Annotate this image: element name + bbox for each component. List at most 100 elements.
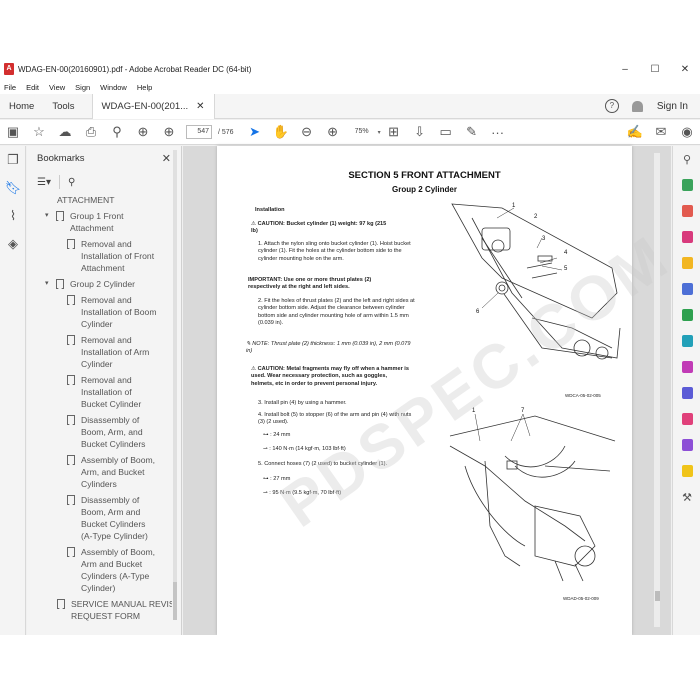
help-icon[interactable]: ? [604,99,619,113]
close-panel-icon[interactable]: ✕ [162,152,171,165]
fill-and-sign-icon[interactable] [673,354,700,380]
menu-sign[interactable]: Sign [75,83,90,92]
callout-1: 1 [512,203,516,209]
bookmark-label: Removal and Installation of Bucket Cylin… [81,375,142,409]
bookmarks-list: ATTACHMENT ▾ Group 1 Front Attachment Remov… [27,194,172,635]
scroll-mode-icon[interactable]: ⇩ [407,121,433,143]
minimize-button[interactable]: – [610,64,640,75]
bookmarks-panel: Bookmarks ✕ ☰▾ ⚲ ATTACHMENT ▾ Group 1 Fron… [27,146,182,635]
bookmark-item[interactable]: ▾ Group 2 Cylinder [45,278,148,290]
select-cursor-icon[interactable]: ➤ [242,121,268,143]
expand-chevron-icon[interactable]: ▾ [45,278,56,290]
bookmark-item[interactable]: Assembly of Boom, Arm, and Bucket Cylind… [67,454,157,490]
bookmark-star-icon[interactable]: ☆ [26,121,52,143]
print-icon[interactable]: ⎙ [78,121,104,143]
export-pdf-icon[interactable] [673,172,700,198]
create-pdf-icon[interactable] [673,198,700,224]
expand-chevron-icon[interactable]: ▾ [45,210,56,234]
tab-tools[interactable]: Tools [43,94,83,119]
zoom-search-icon[interactable]: ⚲ [104,121,130,143]
request-signature-icon[interactable] [673,432,700,458]
bookmarks-scroll-thumb[interactable] [173,582,177,620]
more-tools-icon[interactable]: ··· [485,121,511,143]
comment-icon[interactable]: ▭ [433,121,459,143]
step-2: 2. Fit the holes of thrust plates (2) an… [258,298,415,327]
zoom-in-icon[interactable]: ⊕ [320,121,346,143]
torque-wrench-icon: ⊸ [263,446,268,452]
page-fit-icon[interactable]: ⊞ [381,121,407,143]
bookmark-label: Removal and Installation of Arm Cylinder [81,335,150,369]
fill-sign-icon[interactable]: ✍ [622,121,648,143]
attachments-icon[interactable]: ⌇ [0,202,26,230]
section-title: SECTION 5 FRONT ATTACHMENT [348,170,501,181]
bookmark-item[interactable]: Removal and Installation of Boom Cylinde… [67,294,157,330]
sign-in-link[interactable]: Sign In [657,101,688,112]
bookmark-item[interactable]: Assembly of Boom, Arm and Bucket Cylinde… [67,546,157,594]
page-number-input[interactable]: 547 [186,125,212,139]
menu-edit[interactable]: Edit [26,83,39,92]
bookmark-item[interactable]: Disassembly of Boom, Arm, and Bucket Cyl… [67,414,157,450]
bookmarks-icon[interactable]: 🔖︎ [0,174,26,202]
bookmark-options-icon[interactable]: ☰▾ [37,177,51,188]
caution-2: ⚠ CAUTION: Metal fragments may fly off w… [251,366,409,387]
bookmark-item[interactable]: ▾ Group 1 Front Attachment [45,210,148,234]
notifications-bell-icon[interactable] [631,100,643,112]
menu-view[interactable]: View [49,83,65,92]
protect-icon[interactable] [673,380,700,406]
find-bookmark-icon[interactable]: ⚲ [68,177,75,188]
tab-close-icon[interactable]: ✕ [196,94,204,119]
zoom-level[interactable]: 75% [346,125,378,139]
page-thumbnails-icon[interactable]: ❐ [0,146,26,174]
tab-home[interactable]: Home [0,94,43,119]
edit-pdf-icon[interactable] [673,224,700,250]
bookmarks-scrollbar[interactable] [171,140,178,630]
maximize-button[interactable]: ☐ [640,64,670,75]
document-scrollbar[interactable] [654,145,662,635]
bookmark-label: SERVICE MANUAL REVISION REQUEST FORM [71,599,172,621]
search-tool-icon[interactable]: ⚲ [673,146,700,172]
highlight-pen-icon[interactable]: ✎ [459,121,485,143]
account-icon[interactable]: ◉ [674,121,700,143]
tab-document[interactable]: WDAG-EN-00(201... ✕ [91,93,215,119]
scan-ocr-icon[interactable] [673,328,700,354]
hand-tool-icon[interactable]: ✋ [268,121,294,143]
bookmark-item[interactable]: Removal and Installation of Arm Cylinder [67,334,157,370]
combine-files-icon[interactable] [673,276,700,302]
previous-page-icon[interactable]: ⊕ [130,121,156,143]
comment-tool-icon[interactable] [673,250,700,276]
zoom-out-icon[interactable]: ⊖ [294,121,320,143]
menu-bar: File Edit View Sign Window Help [0,80,700,94]
organize-pages-icon[interactable] [673,302,700,328]
save-icon[interactable]: ▣ [0,121,26,143]
document-scroll-thumb[interactable] [655,591,660,601]
torque-wrench-icon: ⊸ [263,490,268,496]
bookmark-label: Group 2 Cylinder [70,279,135,289]
bookmark-icon [67,375,75,385]
bookmark-item[interactable]: SERVICE MANUAL REVISION REQUEST FORM [57,598,172,622]
upload-cloud-icon[interactable]: ☁ [52,121,78,143]
bookmark-icon [56,211,64,221]
left-nav-rail: ❐ 🔖︎ ⌇ ◈ [0,146,26,635]
more-tools-wrench-icon[interactable]: ⚒ [673,484,700,510]
bookmark-icon [67,495,75,505]
bookmark-item[interactable]: Removal and Installation of Front Attach… [67,238,157,274]
figure-2-caption: WDAD-05-02-009 [563,596,599,601]
bookmark-icon [67,415,75,425]
mail-icon[interactable]: ✉ [648,121,674,143]
close-window-button[interactable]: ✕ [670,64,700,75]
bookmark-icon [67,295,75,305]
bookmark-item[interactable]: Disassembly of Boom, Arm and Bucket Cyli… [67,494,157,542]
menu-help[interactable]: Help [137,83,152,92]
menu-window[interactable]: Window [100,83,127,92]
menu-file[interactable]: File [4,83,16,92]
prepare-form-icon[interactable] [673,406,700,432]
pdf-page: SECTION 5 FRONT ATTACHMENT Group 2 Cylin… [217,146,682,635]
installation-heading: Installation [255,207,285,213]
bookmark-label: Group 1 Front Attachment [70,211,124,233]
bookmark-item[interactable]: ATTACHMENT [57,194,172,206]
bookmark-item[interactable]: Removal and Installation of Bucket Cylin… [67,374,157,410]
layers-icon[interactable]: ◈ [0,230,26,258]
next-page-icon[interactable]: ⊕ [156,121,182,143]
send-for-comments-icon[interactable] [673,458,700,484]
bookmark-label: Disassembly of Boom, Arm, and Bucket Cyl… [81,415,146,449]
